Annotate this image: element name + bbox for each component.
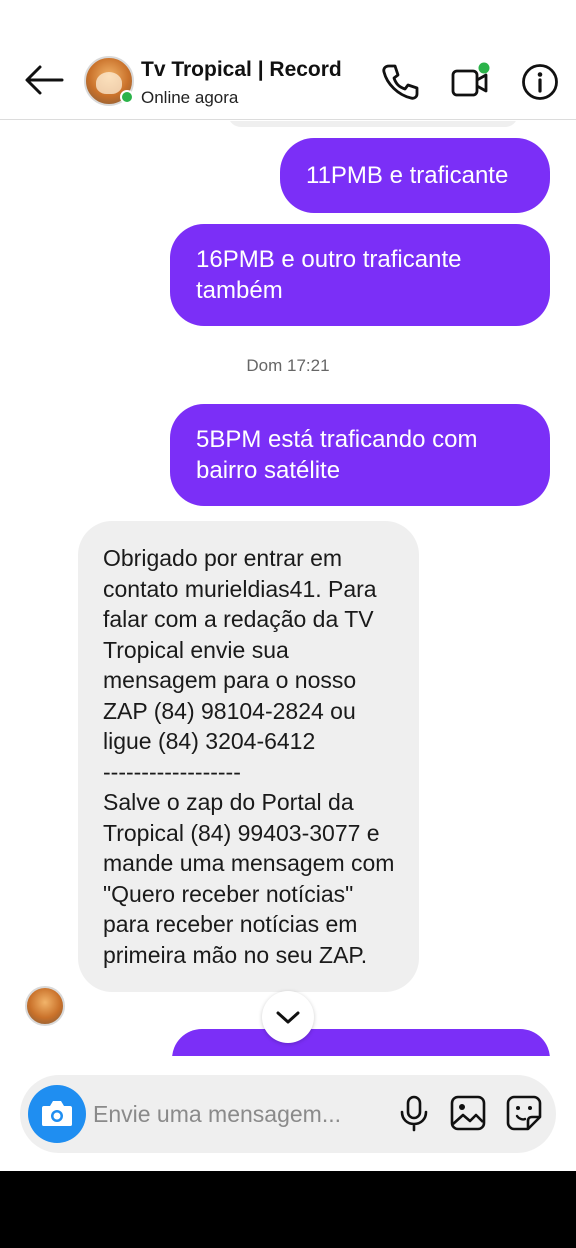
incoming-message-text: Obrigado por entrar em contato murieldia… [103, 545, 395, 968]
message-composer [20, 1075, 556, 1153]
outgoing-message[interactable]: 11PMB e traficante [280, 138, 550, 213]
video-call-button[interactable] [450, 62, 490, 102]
sticker-button[interactable] [504, 1093, 544, 1133]
phone-icon [382, 64, 419, 100]
message-input[interactable] [93, 1099, 383, 1129]
incoming-message[interactable]: Obrigado por entrar em contato murieldia… [78, 521, 419, 992]
video-call-icon [451, 62, 490, 97]
gallery-button[interactable] [448, 1093, 488, 1133]
scroll-to-bottom-button[interactable] [262, 991, 314, 1043]
info-icon [522, 64, 558, 100]
system-navigation-bar [0, 1171, 576, 1248]
info-button[interactable] [520, 62, 560, 102]
contact-name[interactable]: Tv Tropical | Record [141, 58, 342, 82]
chat-header: Tv Tropical | Record Online agora [0, 38, 576, 120]
video-active-dot [478, 62, 490, 74]
sticker-icon [506, 1095, 542, 1131]
outgoing-message[interactable]: 16PMB e outro traficante também [170, 224, 550, 326]
next-message-edge [172, 1029, 550, 1056]
message-list[interactable]: 11PMB e traficante 16PMB e outro trafica… [0, 121, 576, 1056]
message-timestamp: Dom 17:21 [246, 356, 330, 375]
online-indicator [120, 90, 134, 104]
voice-call-button[interactable] [380, 62, 420, 102]
contact-avatar[interactable] [84, 56, 134, 106]
contact-status: Online agora [141, 88, 239, 107]
chevron-down-icon [276, 1011, 300, 1024]
outgoing-message[interactable]: 5BPM está traficando com bairro satélite [170, 404, 550, 506]
camera-icon [42, 1101, 72, 1126]
back-arrow-icon [25, 65, 64, 95]
camera-button[interactable] [28, 1085, 86, 1143]
sender-avatar[interactable] [25, 986, 65, 1026]
microphone-icon [400, 1095, 428, 1132]
previous-message-edge [228, 121, 518, 127]
back-button[interactable] [22, 62, 66, 98]
gallery-icon [450, 1095, 486, 1131]
voice-message-button[interactable] [394, 1093, 434, 1133]
